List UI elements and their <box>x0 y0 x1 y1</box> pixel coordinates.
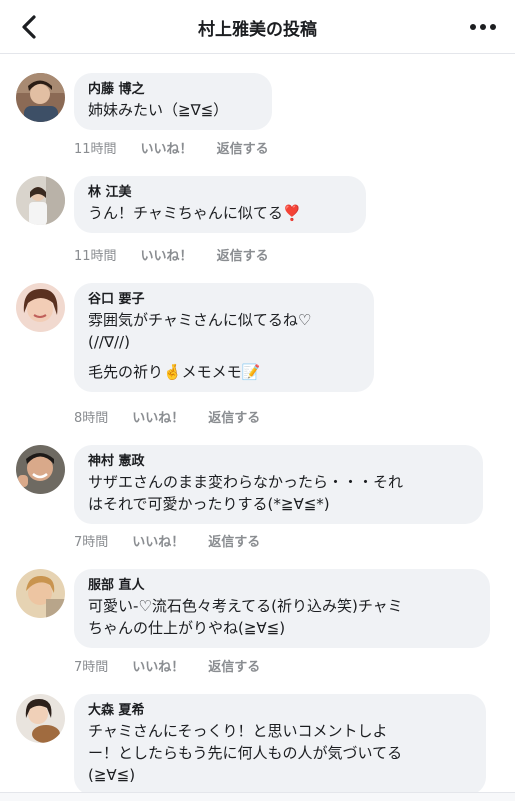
avatar[interactable] <box>16 283 65 332</box>
comment-bubble: 大森 夏希 チャミさんにそっくり！と思いコメントしよ ー！としたらもう先に何人も… <box>74 694 486 795</box>
comment-actions: 8時間 いいね！ 返信する <box>74 407 260 426</box>
avatar-photo <box>16 445 65 494</box>
comment-text: 可愛い-♡流石色々考えてる(祈り込み笑)チャミ ちゃんの仕上がりやね(≧∀≦) <box>88 597 403 637</box>
commenter-name[interactable]: 大森 夏希 <box>88 702 472 720</box>
reply-button[interactable]: 返信する <box>217 245 269 264</box>
like-button[interactable]: いいね！ <box>141 138 193 157</box>
reply-button[interactable]: 返信する <box>208 531 260 550</box>
more-dot <box>490 24 496 30</box>
page-title: 村上雅美の投稿 <box>198 20 317 40</box>
timestamp: 11時間 <box>74 142 117 157</box>
comment-text: チャミさんにそっくり！と思いコメントしよ ー！としたらもう先に何人もの人が気づい… <box>88 722 403 784</box>
timestamp: 7時間 <box>74 660 109 675</box>
comment-text: 毛先の祈り🤞メモメモ📝 <box>88 363 261 381</box>
comment-text: 雰囲気がチャミさんに似てるね♡ (//∇//) <box>88 311 312 351</box>
avatar-photo <box>16 283 65 332</box>
comment-text: 姉妹みたい（≧∇≦） <box>88 101 229 119</box>
comment-actions: 11時間 いいね！ 返信する <box>74 138 269 157</box>
reply-button[interactable]: 返信する <box>208 656 260 675</box>
commenter-name[interactable]: 服部 直人 <box>88 577 476 595</box>
more-dots-icon <box>470 24 476 30</box>
comment-bubble: 服部 直人 可愛い-♡流石色々考えてる(祈り込み笑)チャミ ちゃんの仕上がりやね… <box>74 569 490 648</box>
comment-bubble: 谷口 要子 雰囲気がチャミさんに似てるね♡ (//∇//) 毛先の祈り🤞メモメモ… <box>74 283 374 392</box>
more-dot <box>480 24 486 30</box>
top-bar: 村上雅美の投稿 <box>0 0 515 54</box>
reply-button[interactable]: 返信する <box>208 407 260 426</box>
avatar[interactable] <box>16 569 65 618</box>
commenter-name[interactable]: 谷口 要子 <box>88 291 360 309</box>
comment-bubble: 林 江美 うん！チャミちゃんに似てる❣️ <box>74 176 366 233</box>
timestamp: 7時間 <box>74 535 109 550</box>
avatar[interactable] <box>16 176 65 225</box>
avatar-photo <box>16 176 65 225</box>
commenter-name[interactable]: 内藤 博之 <box>88 81 258 99</box>
avatar[interactable] <box>16 694 65 743</box>
comment-actions: 7時間 いいね！ 返信する <box>74 656 260 675</box>
avatar[interactable] <box>16 445 65 494</box>
comment-bubble: 内藤 博之 姉妹みたい（≧∇≦） <box>74 73 272 130</box>
timestamp: 11時間 <box>74 249 117 264</box>
comment-composer-edge <box>0 792 515 801</box>
avatar-photo <box>16 73 65 122</box>
like-button[interactable]: いいね！ <box>141 245 193 264</box>
timestamp: 8時間 <box>74 411 109 426</box>
more-options-button[interactable] <box>465 12 501 42</box>
avatar[interactable] <box>16 73 65 122</box>
like-button[interactable]: いいね！ <box>132 656 184 675</box>
comment-actions: 11時間 いいね！ 返信する <box>74 245 269 264</box>
comment-text: サザエさんのまま変わらなかったら・・・それ はそれで可愛かったりする(*≧∀≦*… <box>88 473 404 513</box>
like-button[interactable]: いいね！ <box>132 531 184 550</box>
like-button[interactable]: いいね！ <box>132 407 184 426</box>
comment-actions: 7時間 いいね！ 返信する <box>74 531 260 550</box>
comment-bubble: 神村 憲政 サザエさんのまま変わらなかったら・・・それ はそれで可愛かったりする… <box>74 445 483 524</box>
commenter-name[interactable]: 神村 憲政 <box>88 453 469 471</box>
avatar-photo <box>16 694 65 743</box>
comment-text: うん！チャミちゃんに似てる❣️ <box>88 204 302 222</box>
reply-button[interactable]: 返信する <box>217 138 269 157</box>
avatar-photo <box>16 569 65 618</box>
commenter-name[interactable]: 林 江美 <box>88 184 352 202</box>
